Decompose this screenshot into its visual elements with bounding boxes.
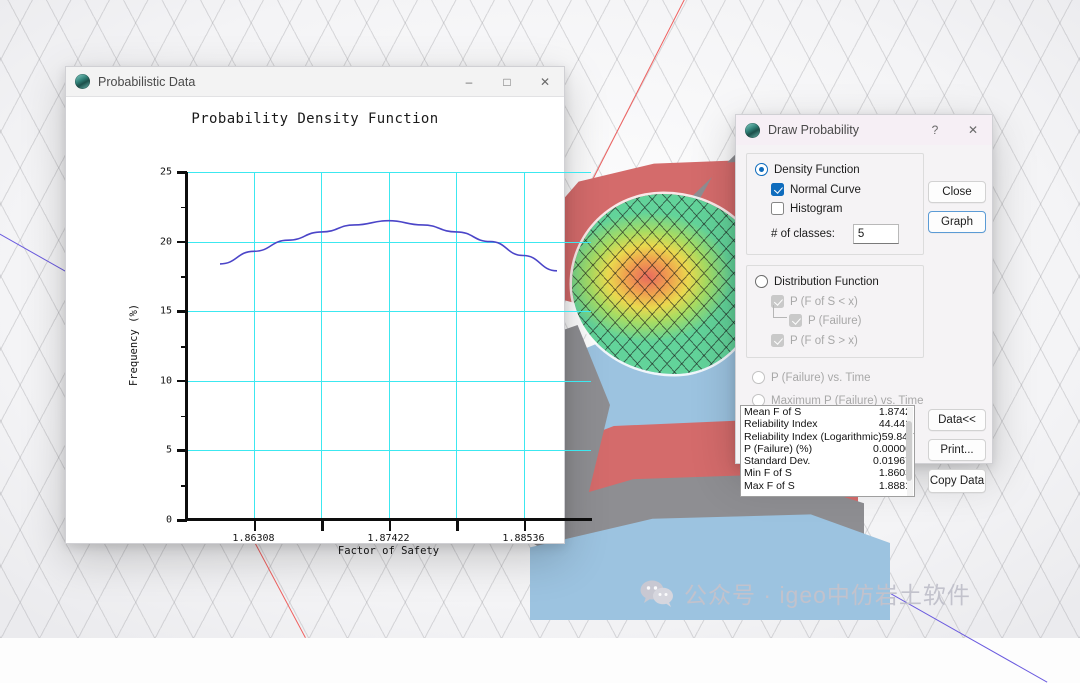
x-axis-tick: [253, 520, 256, 531]
y-axis-tick: [177, 240, 187, 244]
close-button[interactable]: ✕: [526, 67, 564, 97]
y-axis-minor-tick: [181, 415, 187, 418]
statistic-label: Reliability Index (Logarithmic): [744, 430, 882, 443]
classes-label: # of classes:: [771, 228, 835, 240]
y-axis-label: 10: [159, 375, 172, 387]
p-failure-label: P (Failure): [808, 314, 862, 327]
copy-data-button[interactable]: Copy Data: [928, 469, 986, 493]
app-globe-icon: [745, 122, 760, 138]
x-axis-tick: [456, 520, 459, 531]
x-axis-title: Factor of Safety: [337, 545, 440, 557]
data-button[interactable]: Data<<: [928, 409, 986, 431]
x-axis-tick: [523, 520, 526, 531]
probabilistic-data-window[interactable]: Probabilistic Data – □ ✕ Probability Den…: [65, 66, 592, 557]
graph-button[interactable]: Graph: [928, 211, 986, 233]
statistic-label: P (Failure) (%): [744, 442, 813, 455]
statistic-label: Min F of S: [744, 467, 792, 480]
x-axis-label: 1.86308: [232, 533, 275, 544]
statistic-label: Max F of S: [744, 479, 795, 492]
distribution-function-group: Distribution Function P (F of S < x) P (…: [746, 265, 924, 358]
y-axis-minor-tick: [181, 276, 187, 278]
y-axis-tick: [177, 310, 187, 313]
checkbox-indicator: [771, 183, 784, 196]
chart-title: Probability Density Function: [191, 111, 439, 127]
maximize-button[interactable]: □: [488, 67, 526, 97]
statistics-listbox[interactable]: Mean F of S 1.8742 Reliability Index 44.441…: [740, 405, 915, 497]
y-axis-label: 5: [165, 444, 172, 456]
scrollbar-thumb[interactable]: [906, 421, 912, 481]
checkbox-indicator: [789, 314, 802, 327]
distribution-function-label: Distribution Function: [774, 275, 879, 288]
minimize-button[interactable]: –: [450, 67, 488, 97]
chart-canvas[interactable]: Probability Density Function Frequency (…: [66, 97, 592, 557]
statistic-label: Reliability Index: [744, 418, 818, 431]
p-fos-greater-label: P (F of S > x): [790, 334, 858, 347]
x-axis-label: 1.88536: [502, 533, 545, 544]
y-axis-label: 25: [159, 166, 172, 178]
checkbox-indicator: [771, 202, 784, 215]
x-axis-tick: [388, 520, 391, 531]
checkbox-normal-curve[interactable]: Normal Curve: [771, 183, 913, 196]
histogram-label: Histogram: [790, 202, 843, 215]
p-fos-less-label: P (F of S < x): [790, 295, 858, 308]
statistic-row[interactable]: Mean F of S 1.8742: [741, 406, 914, 418]
checkbox-p-fos-less-than-x[interactable]: P (F of S < x): [771, 295, 913, 308]
dialog-action-buttons: Close Graph: [928, 181, 986, 233]
radio-indicator: [752, 371, 765, 384]
dialog-data-buttons: Data<< Print... Copy Data: [928, 409, 986, 493]
statistic-row[interactable]: P (Failure) (%) 0.00000: [741, 443, 914, 455]
x-axis-tick: [321, 520, 324, 531]
statistic-row[interactable]: Min F of S 1.8603: [741, 467, 914, 479]
radio-indicator: [755, 275, 768, 288]
app-globe-icon: [75, 74, 90, 89]
tree-connector-icon: [773, 305, 787, 318]
classes-input[interactable]: 5: [852, 224, 899, 244]
p-failure-vs-time-label: P (Failure) vs. Time: [771, 371, 871, 384]
y-axis-minor-tick: [181, 485, 187, 487]
statistic-row[interactable]: Standard Dev. 0.01967: [741, 455, 914, 467]
density-function-group: Density Function Normal Curve Histogram …: [746, 153, 924, 255]
statistics-scrollbar[interactable]: [906, 407, 913, 496]
statistics-rows: Mean F of S 1.8742 Reliability Index 44.441…: [741, 406, 914, 492]
y-axis-tick: [177, 171, 187, 174]
checkbox-indicator: [771, 334, 784, 347]
density-function-label: Density Function: [774, 163, 860, 176]
close-dialog-button[interactable]: Close: [928, 181, 986, 203]
draw-probability-dialog[interactable]: Draw Probability ? ✕ Density Function No…: [735, 114, 993, 497]
y-axis-tick: [177, 379, 187, 383]
y-axis-tick: [177, 519, 187, 522]
y-axis-label: 15: [159, 305, 172, 317]
radio-indicator: [755, 163, 768, 176]
print-button[interactable]: Print...: [928, 439, 986, 461]
help-button[interactable]: ?: [916, 115, 954, 145]
y-axis-tick: [177, 449, 187, 452]
checkbox-p-failure[interactable]: P (Failure): [773, 305, 913, 327]
checkbox-p-fos-greater-than-x[interactable]: P (F of S > x): [771, 334, 913, 347]
statistic-row[interactable]: Reliability Index (Logarithmic) 59.847: [741, 431, 914, 443]
statistic-row[interactable]: Reliability Index 44.441: [741, 418, 914, 430]
radio-distribution-function[interactable]: Distribution Function: [755, 275, 913, 288]
prob-window-titlebar[interactable]: Probabilistic Data – □ ✕: [66, 67, 564, 97]
radio-p-failure-vs-time[interactable]: P (Failure) vs. Time: [752, 371, 982, 384]
density-curve: [219, 219, 558, 272]
x-axis-label: 1.87422: [367, 533, 410, 544]
y-axis-label: 0: [165, 514, 172, 526]
draw-dialog-titlebar[interactable]: Draw Probability ? ✕: [736, 115, 992, 145]
checkbox-histogram[interactable]: Histogram: [771, 202, 913, 215]
statistic-label: Mean F of S: [744, 406, 802, 418]
statistic-label: Standard Dev.: [744, 455, 811, 468]
y-axis-label: 20: [159, 236, 172, 248]
y-axis-minor-tick: [181, 206, 187, 209]
close-button[interactable]: ✕: [954, 115, 992, 145]
plot-area: [186, 172, 591, 520]
statistic-row[interactable]: Max F of S 1.8881: [741, 480, 914, 492]
y-axis-minor-tick: [181, 346, 187, 348]
normal-curve-label: Normal Curve: [790, 183, 861, 196]
draw-dialog-title: Draw Probability: [768, 123, 860, 137]
radio-density-function[interactable]: Density Function: [755, 163, 913, 176]
failure-surface-mesh[interactable]: [572, 194, 762, 374]
y-axis-title: Frequency (%): [128, 303, 140, 387]
classes-row: # of classes: 5: [771, 224, 913, 244]
prob-window-title: Probabilistic Data: [98, 74, 196, 89]
